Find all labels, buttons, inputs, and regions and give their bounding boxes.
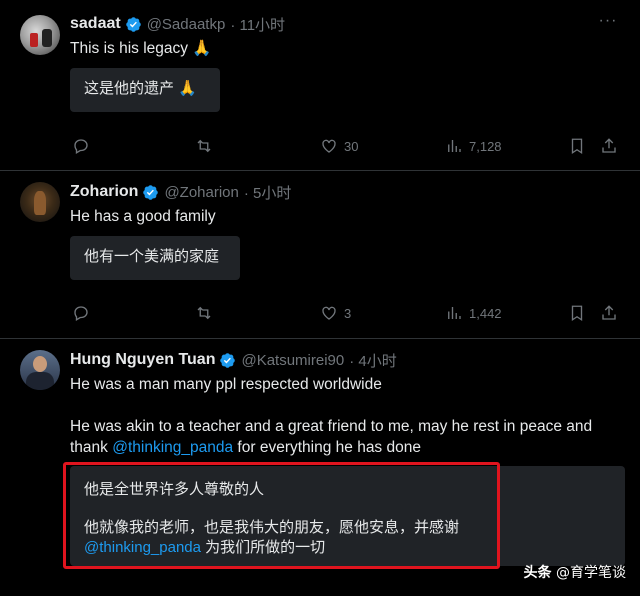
share-icon bbox=[602, 138, 616, 153]
share-button[interactable] bbox=[600, 136, 618, 156]
verified-icon bbox=[220, 352, 236, 368]
bookmark-button[interactable] bbox=[568, 136, 586, 156]
retweet-icon bbox=[197, 139, 211, 153]
like-count: 3 bbox=[344, 305, 352, 321]
author-handle[interactable]: @Sadaatkp bbox=[147, 16, 226, 33]
verified-icon bbox=[125, 16, 141, 32]
watermark-account: @育学笔谈 bbox=[556, 565, 626, 581]
author-name[interactable]: Zoharion bbox=[70, 183, 138, 201]
author-name[interactable]: Hung Nguyen Tuan bbox=[70, 351, 215, 369]
avatar[interactable] bbox=[20, 350, 60, 390]
verified-icon bbox=[143, 184, 159, 200]
reply-icon bbox=[74, 139, 88, 154]
tweet-text-line: He was akin to a teacher and a great fri… bbox=[70, 418, 593, 435]
tweet-header: Zoharion @Zoharion · 5小时 bbox=[70, 182, 291, 202]
translation-box: 他有一个美满的家庭 bbox=[70, 236, 240, 280]
view-count: 7,128 bbox=[469, 138, 502, 154]
more-icon[interactable]: ··· bbox=[598, 13, 618, 34]
like-count: 30 bbox=[344, 138, 359, 154]
watermark: 头条 @育学笔谈 bbox=[524, 562, 626, 582]
timestamp[interactable]: · 11小时 bbox=[230, 14, 285, 35]
tweet-text-line: thank @thinking_panda for everything he … bbox=[70, 439, 421, 456]
reply-button[interactable] bbox=[72, 136, 90, 156]
retweet-button[interactable] bbox=[195, 303, 213, 323]
action-bar: 3 1,442 bbox=[70, 303, 625, 323]
author-handle[interactable]: @Katsumirei90 bbox=[241, 352, 344, 369]
translation-box: 这是他的遗产 🙏 bbox=[70, 68, 220, 112]
mention-link[interactable]: @thinking_panda bbox=[112, 439, 233, 456]
avatar[interactable] bbox=[20, 15, 60, 55]
views-button[interactable]: 1,442 bbox=[445, 303, 502, 323]
tweet-header: Hung Nguyen Tuan @Katsumirei90 · 4小时 bbox=[70, 350, 397, 370]
retweet-icon bbox=[197, 306, 211, 320]
bookmark-icon bbox=[571, 305, 583, 322]
view-count: 1,442 bbox=[469, 305, 502, 321]
action-bar: 30 7,128 bbox=[70, 136, 625, 156]
reply-button[interactable] bbox=[72, 303, 90, 323]
views-icon bbox=[448, 140, 461, 152]
views-button[interactable]: 7,128 bbox=[445, 136, 502, 156]
timestamp[interactable]: · 5小时 bbox=[244, 182, 292, 203]
author-handle[interactable]: @Zoharion bbox=[164, 184, 238, 201]
tweet-text: This is his legacy 🙏 bbox=[70, 40, 212, 57]
share-button[interactable] bbox=[600, 303, 618, 323]
like-button[interactable]: 30 bbox=[320, 136, 358, 156]
watermark-brand: 头条 bbox=[523, 565, 552, 581]
tweet-text: He has a good family bbox=[70, 208, 216, 225]
divider bbox=[0, 338, 640, 339]
tweet-text-line: He was a man many ppl respected worldwid… bbox=[70, 376, 382, 393]
avatar[interactable] bbox=[20, 182, 60, 222]
tweet-header: sadaat @Sadaatkp · 11小时 bbox=[70, 14, 285, 34]
like-icon bbox=[322, 139, 336, 153]
like-icon bbox=[322, 306, 336, 320]
highlight-box bbox=[63, 462, 500, 569]
timestamp[interactable]: · 4小时 bbox=[349, 350, 397, 371]
views-icon bbox=[448, 307, 461, 319]
share-icon bbox=[602, 305, 616, 320]
bookmark-icon bbox=[571, 138, 583, 155]
like-button[interactable]: 3 bbox=[320, 303, 351, 323]
retweet-button[interactable] bbox=[195, 136, 213, 156]
tweet-text: He was a man many ppl respected worldwid… bbox=[70, 374, 625, 458]
bookmark-button[interactable] bbox=[568, 303, 586, 323]
divider bbox=[0, 170, 640, 171]
author-name[interactable]: sadaat bbox=[70, 15, 121, 33]
reply-icon bbox=[74, 306, 88, 321]
